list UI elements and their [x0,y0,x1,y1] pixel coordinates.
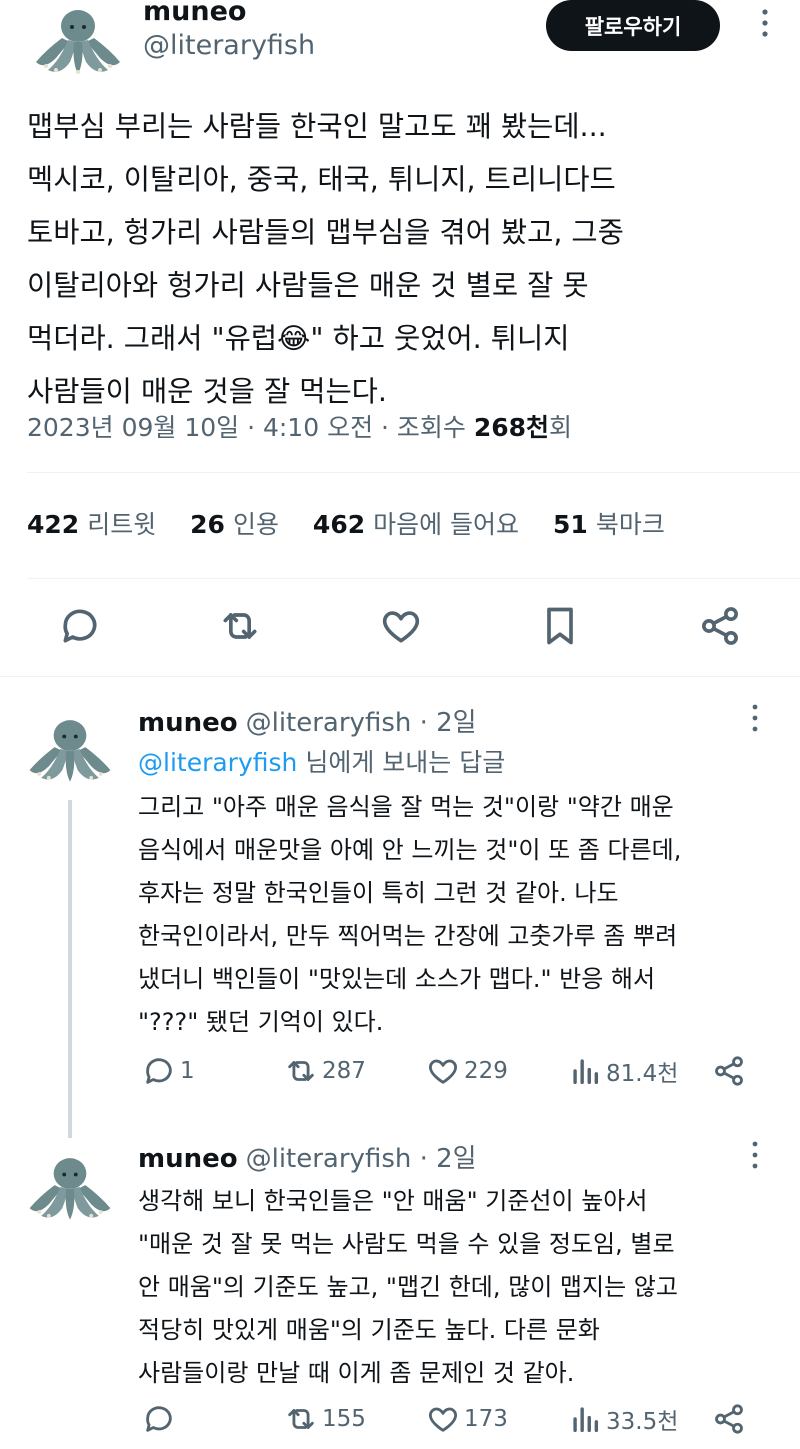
reply-avatar[interactable] [20,710,120,788]
likes-count: 462 [312,510,366,539]
reply-retweet-action[interactable]: 155 [284,1402,366,1436]
reply-count: 1 [180,1058,195,1084]
reply-avatar[interactable] [20,1148,120,1226]
replying-to-handle[interactable]: @literaryfish [138,748,297,777]
like-icon [429,1059,457,1084]
replying-to-suffix: 님에게 보내는 답글 [297,748,506,777]
reply-like-action[interactable]: 173 [426,1402,508,1436]
retweets-stat[interactable]: 422 리트윗 [27,510,156,539]
reply-author-handle[interactable]: @literaryfish · 2일 [246,708,477,738]
tweet-stats: 422 리트윗 26 인용 462 마음에 들어요 51 북마크 [27,505,691,541]
reply-like-action[interactable]: 229 [426,1054,508,1088]
reply-author-name[interactable]: muneo [138,708,238,738]
follow-button[interactable]: 팔로우하기 [546,0,720,51]
view-count: 268천 [473,413,550,442]
reply-reply-action[interactable] [142,1402,180,1436]
retweet-icon [288,1061,314,1081]
retweets-count: 422 [27,510,80,539]
reply-author-name[interactable]: muneo [138,1144,238,1174]
reply-share-action[interactable] [712,1054,750,1088]
reply-icon [146,1406,172,1432]
bookmarks-label: 북마크 [595,510,665,539]
analytics-icon [573,1059,599,1085]
reply-share-action[interactable] [712,1402,750,1436]
tweet-text: 맵부심 부리는 사람들 한국인 말고도 꽤 봤는데... 멕시코, 이탈리아, … [27,110,624,408]
reply-text: 그리고 "아주 매운 음식을 잘 먹는 것"이랑 "약간 매운 음식에서 매운맛… [138,793,682,1036]
share-icon [715,1056,743,1086]
reply-views-action[interactable]: 33.5천 [568,1402,678,1436]
reply-views-action[interactable]: 81.4천 [568,1054,678,1088]
retweets-label: 리트윗 [87,510,157,539]
reply-header: muneo @literaryfish · 2일 [138,702,477,739]
view-count: 81.4천 [606,1061,679,1087]
quotes-count: 26 [190,510,225,539]
analytics-icon [573,1407,599,1433]
reply-text: 생각해 보니 한국인들은 "안 매움" 기준선이 높아서 "매운 것 잘 못 먹… [138,1187,678,1387]
bookmarks-count: 51 [553,510,588,539]
bookmarks-stat[interactable]: 51 북마크 [553,510,665,539]
reply-header: muneo @literaryfish · 2일 [138,1138,477,1175]
divider [27,472,800,473]
more-options-icon[interactable] [750,1140,760,1170]
view-count: 33.5천 [606,1409,679,1435]
author-handle[interactable]: @literaryfish [143,30,315,61]
share-icon [715,1404,743,1434]
tweet-meta: 2023년 09월 10일 · 4:10 오전 · 조회수 268천회 [27,408,572,444]
replying-to: @literaryfish 님에게 보내는 답글 [138,743,505,779]
retweet-count: 155 [322,1406,366,1432]
more-options-icon[interactable] [750,703,760,733]
like-icon[interactable] [379,604,423,648]
likes-stat[interactable]: 462 마음에 들어요 [313,510,519,539]
more-options-icon[interactable] [760,8,770,38]
reply-retweet-action[interactable]: 287 [284,1054,366,1088]
author-name[interactable]: muneo [143,0,246,27]
like-count: 229 [464,1058,508,1084]
quotes-label: 인용 [232,510,279,539]
bookmark-icon[interactable] [538,604,582,648]
avatar[interactable] [26,0,130,80]
divider [0,676,800,677]
tweet-date[interactable]: 2023년 09월 10일 · 4:10 오전 · 조회수 [27,413,474,442]
share-icon[interactable] [698,604,742,648]
divider [27,578,800,579]
thread-line [68,800,72,1138]
like-count: 173 [464,1406,508,1432]
retweet-icon [288,1409,314,1429]
reply-icon[interactable] [58,604,102,648]
retweet-count: 287 [322,1058,366,1084]
reply-icon [146,1058,172,1084]
reply-author-handle[interactable]: @literaryfish · 2일 [246,1144,477,1174]
reply-reply-action[interactable]: 1 [142,1054,195,1088]
view-suffix: 회 [549,413,573,442]
quotes-stat[interactable]: 26 인용 [190,510,279,539]
like-icon [429,1407,457,1432]
likes-label: 마음에 들어요 [373,510,520,539]
retweet-icon[interactable] [218,604,262,648]
